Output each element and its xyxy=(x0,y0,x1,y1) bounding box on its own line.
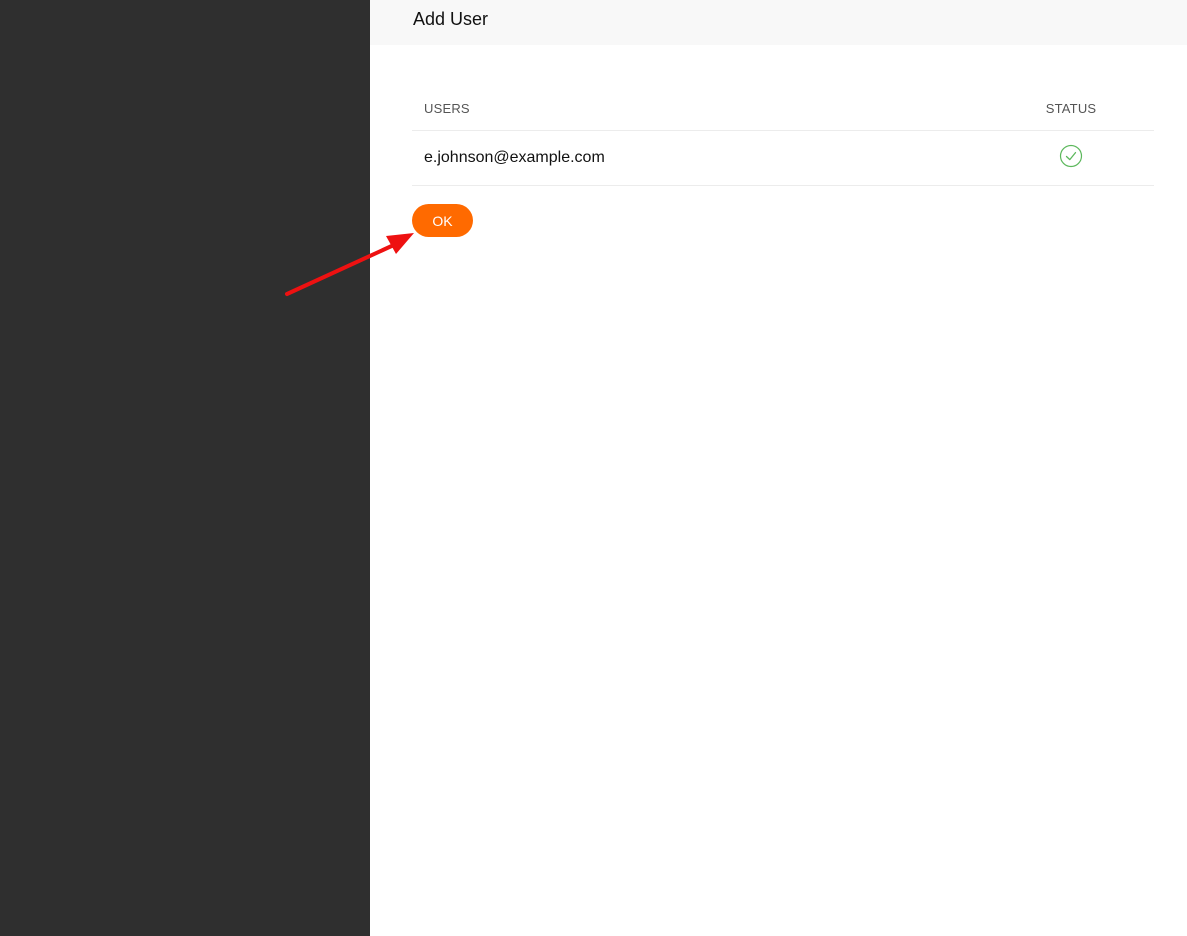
panel-header: Add User xyxy=(370,0,1187,45)
column-header-users: USERS xyxy=(412,86,988,131)
panel-title: Add User xyxy=(413,9,489,29)
table-header-row: USERS STATUS xyxy=(412,86,1154,131)
ok-button[interactable]: OK xyxy=(412,204,473,237)
user-email-cell: e.johnson@example.com xyxy=(412,130,988,186)
modal-backdrop[interactable] xyxy=(0,0,370,936)
add-user-panel: Add User USERS STATUS e.johnson@example.… xyxy=(370,0,1187,936)
table-row: e.johnson@example.com xyxy=(412,130,1154,186)
status-cell xyxy=(988,130,1154,186)
column-header-status: STATUS xyxy=(988,86,1154,131)
users-table: USERS STATUS e.johnson@example.com xyxy=(412,86,1154,186)
check-circle-icon xyxy=(1059,144,1083,173)
